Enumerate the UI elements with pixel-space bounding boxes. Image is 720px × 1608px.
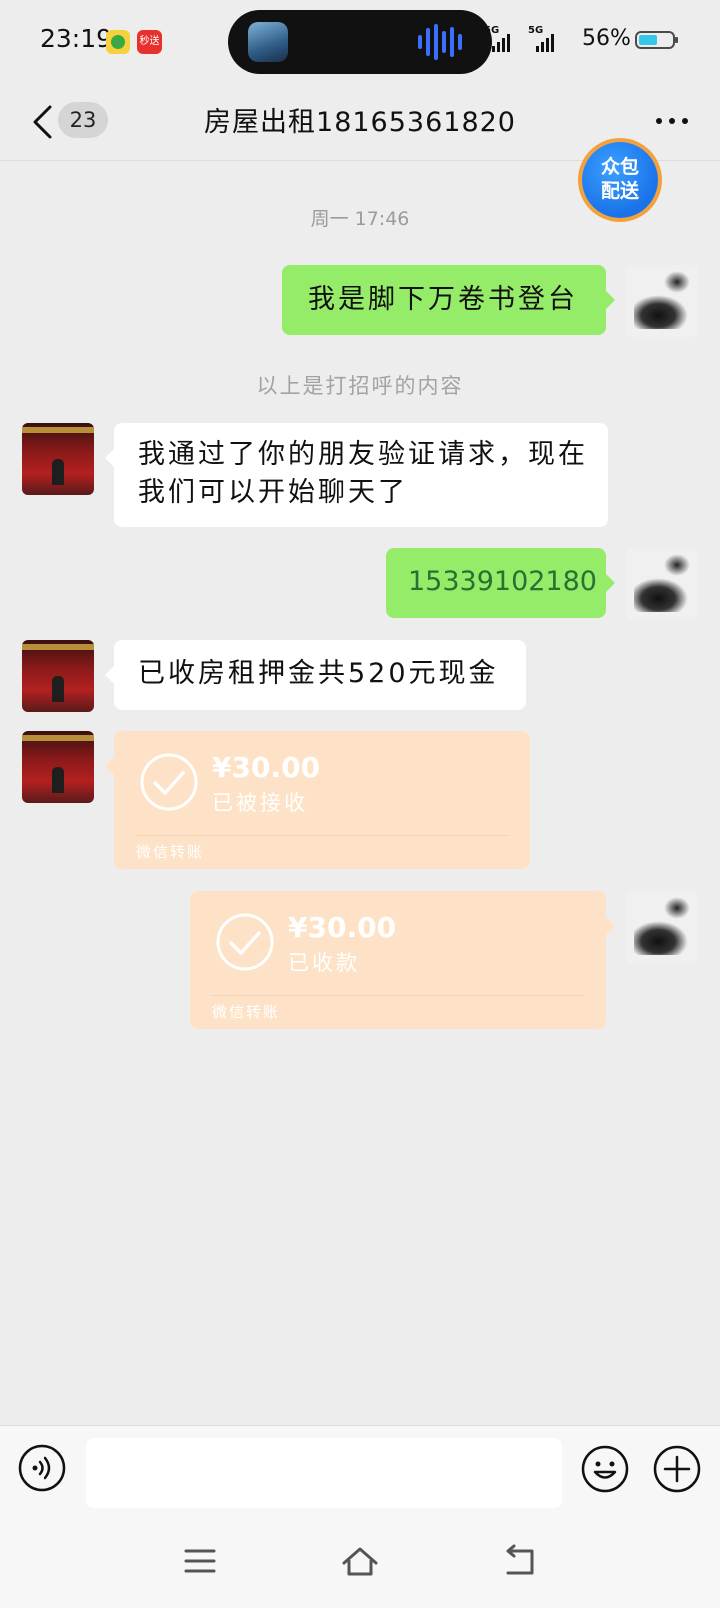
back-nav-icon[interactable] bbox=[500, 1543, 540, 1579]
self-avatar[interactable] bbox=[626, 548, 698, 620]
transfer-card[interactable]: ¥30.00 已收款 微信转账 bbox=[190, 891, 615, 1029]
plus-icon[interactable] bbox=[652, 1444, 702, 1494]
signal-icon: 5G bbox=[484, 25, 510, 52]
contact-avatar[interactable] bbox=[22, 640, 94, 712]
transfer-status: 已收款 bbox=[288, 951, 360, 975]
status-time: 23:19 bbox=[40, 24, 113, 53]
self-avatar[interactable] bbox=[626, 265, 698, 337]
transfer-label: 微信转账 bbox=[136, 843, 205, 861]
contact-avatar[interactable] bbox=[22, 731, 94, 803]
chat-title: 房屋出租18165361820 bbox=[204, 107, 516, 138]
voice-input-icon[interactable] bbox=[18, 1444, 66, 1492]
message-input[interactable] bbox=[86, 1438, 562, 1508]
incoming-message[interactable]: 已收房租押金共520元现金 bbox=[105, 640, 526, 710]
transfer-amount: ¥30.00 bbox=[212, 751, 321, 784]
message-timestamp: 周一 17:46 bbox=[310, 208, 410, 230]
signal-icon-2: 5G bbox=[528, 25, 554, 52]
transfer-label: 微信转账 bbox=[212, 1003, 281, 1021]
menu-icon[interactable] bbox=[180, 1543, 220, 1579]
divider bbox=[212, 995, 584, 996]
transfer-card[interactable]: ¥30.00 已被接收 微信转账 bbox=[105, 731, 530, 869]
message-line: 我通过了你的朋友验证请求，现在 bbox=[138, 439, 588, 470]
check-circle-icon bbox=[140, 753, 198, 811]
message-line: 我们可以开始聊天了 bbox=[138, 477, 408, 508]
incoming-message[interactable]: 我通过了你的朋友验证请求，现在 我们可以开始聊天了 bbox=[105, 423, 608, 527]
audio-wave-icon bbox=[418, 24, 462, 60]
delivery-app-icon: 秒送 bbox=[137, 30, 162, 54]
outgoing-message[interactable]: 我是脚下万卷书登台 bbox=[282, 265, 615, 335]
transfer-status: 已被接收 bbox=[212, 791, 308, 815]
battery-icon bbox=[635, 31, 678, 49]
app-notification-icon bbox=[106, 30, 130, 54]
system-note: 以上是打招呼的内容 bbox=[256, 374, 464, 398]
outgoing-message[interactable]: 15339102180 bbox=[386, 548, 615, 618]
input-bar bbox=[0, 1425, 720, 1516]
self-avatar[interactable] bbox=[626, 891, 698, 963]
more-dots-icon bbox=[656, 118, 662, 124]
divider bbox=[136, 835, 508, 836]
battery-percent: 56% bbox=[582, 26, 631, 51]
system-nav-bar bbox=[0, 1515, 720, 1608]
dynamic-island[interactable] bbox=[228, 10, 492, 74]
transfer-amount: ¥30.00 bbox=[288, 911, 397, 944]
media-thumbnail-icon bbox=[248, 22, 288, 62]
contact-avatar[interactable] bbox=[22, 423, 94, 495]
phone-number-link[interactable]: 15339102180 bbox=[408, 566, 597, 597]
emoji-icon[interactable] bbox=[580, 1444, 630, 1494]
home-icon[interactable] bbox=[340, 1543, 380, 1579]
more-options-button[interactable] bbox=[656, 112, 692, 132]
check-circle-icon bbox=[216, 913, 274, 971]
status-bar: 23:19 秒送 5G 5G 56% bbox=[0, 0, 720, 82]
message-list[interactable]: 周一 17:46 我是脚下万卷书登台 以上是打招呼的内容 我通过了你的朋友验证请… bbox=[0, 160, 720, 1425]
